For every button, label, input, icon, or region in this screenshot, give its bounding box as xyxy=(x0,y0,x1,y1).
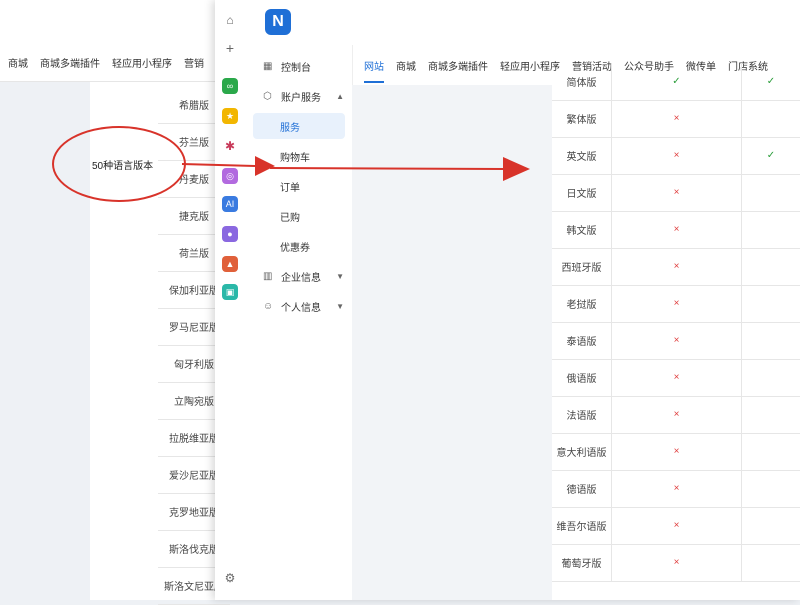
arrow-line-long xyxy=(269,167,506,170)
arrow-line-short xyxy=(181,163,256,167)
arrow-head-long xyxy=(503,157,530,181)
annotation-arrows xyxy=(181,156,530,181)
arrow-head-short xyxy=(255,156,275,176)
